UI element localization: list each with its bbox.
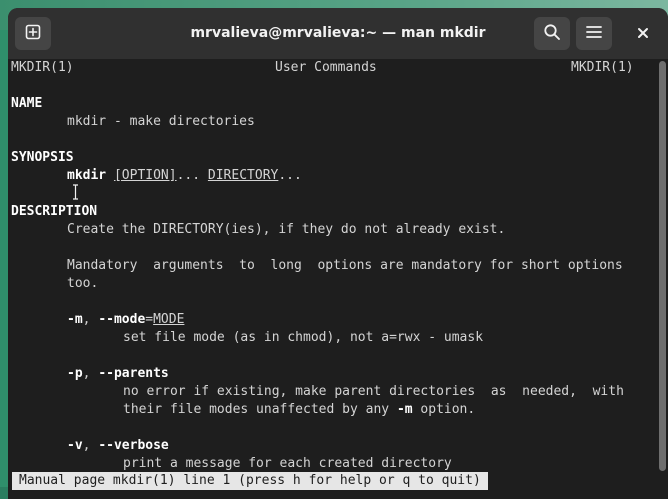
search-icon <box>543 23 561 45</box>
pager-status-line: Manual page mkdir(1) line 1 (press h for… <box>12 472 488 490</box>
close-button[interactable] <box>625 17 661 50</box>
synopsis-option: [OPTION] <box>113 168 177 183</box>
option-parents-long: --parents <box>98 366 169 381</box>
option-parents-description-1: no error if existing, make parent direct… <box>123 384 624 399</box>
option-mode-description: set file mode (as in chmod), not a=rwx -… <box>123 330 484 345</box>
close-icon <box>637 24 649 43</box>
header-bar: mrvalieva@mrvalieva:~ — man mkdir <box>8 8 668 59</box>
option-parents: -p, --parents <box>67 365 169 383</box>
terminal-content[interactable]: MKDIR(1) User Commands MKDIR(1) NAME mkd… <box>8 59 668 499</box>
section-heading-synopsis: SYNOPSIS <box>11 150 74 165</box>
option-parents-short: -p <box>67 366 83 381</box>
option-verbose-long: --verbose <box>98 438 169 453</box>
option-mode: -m, --mode=MODE <box>67 311 184 329</box>
option-parents-desc-flag: -m <box>396 402 413 417</box>
window-title: mrvalieva@mrvalieva:~ — man mkdir <box>190 25 486 41</box>
man-header-right: MKDIR(1) <box>571 60 634 75</box>
option-verbose-short: -v <box>67 438 83 453</box>
synopsis-ellipsis-2: ... <box>278 168 302 183</box>
man-header-left: MKDIR(1) <box>11 60 74 75</box>
synopsis-directory: DIRECTORY <box>207 168 279 183</box>
synopsis-command: mkdir <box>67 168 107 183</box>
synopsis-ellipsis: ... <box>176 168 201 183</box>
man-header-center: User Commands <box>275 60 377 75</box>
option-parents-description-2: their file modes unaffected by any -m op… <box>123 401 475 419</box>
option-mode-equals: = <box>145 312 154 327</box>
description-line-3: too. <box>67 276 99 291</box>
name-text: mkdir - make directories <box>67 114 255 129</box>
synopsis-line: mkdir [OPTION]... DIRECTORY... <box>67 167 302 185</box>
option-verbose: -v, --verbose <box>67 437 169 455</box>
description-line-2: Mandatory arguments to long options are … <box>67 258 623 273</box>
option-parents-separator: , <box>82 366 99 381</box>
terminal-window: mrvalieva@mrvalieva:~ — man mkdir MKDIR(… <box>8 8 668 499</box>
option-parents-desc-part-a: their file modes unaffected by any <box>123 402 397 417</box>
option-parents-desc-part-c: option. <box>412 402 476 417</box>
option-mode-short: -m <box>67 312 83 327</box>
option-mode-long: --mode <box>98 312 146 327</box>
description-line-1: Create the DIRECTORY(ies), if they do no… <box>67 222 506 237</box>
option-mode-separator: , <box>82 312 99 327</box>
option-verbose-description: print a message for each created directo… <box>123 456 452 471</box>
search-button[interactable] <box>534 17 570 50</box>
section-heading-name: NAME <box>11 96 43 111</box>
plus-in-square-icon <box>25 24 41 44</box>
hamburger-menu-icon <box>585 24 603 43</box>
main-menu-button[interactable] <box>576 17 612 50</box>
text-cursor-icon <box>72 184 79 200</box>
scrollbar[interactable] <box>659 61 666 471</box>
new-tab-button[interactable] <box>15 17 51 50</box>
option-verbose-separator: , <box>82 438 99 453</box>
section-heading-description: DESCRIPTION <box>11 204 98 219</box>
option-mode-arg: MODE <box>153 312 185 327</box>
